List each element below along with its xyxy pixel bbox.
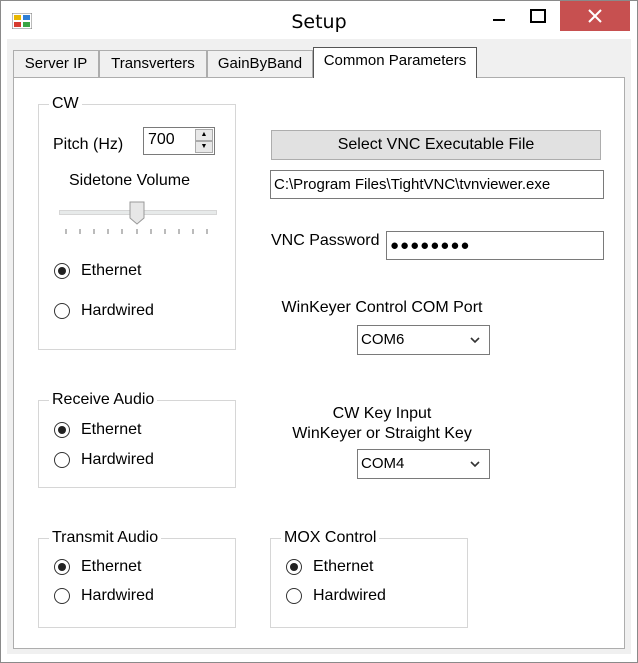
transmit-ethernet-label: Ethernet xyxy=(81,558,142,575)
cw-key-com-select[interactable]: COM4 xyxy=(357,449,490,479)
receive-ethernet-radio[interactable] xyxy=(54,422,70,438)
client-area: Server IP Transverters GainByBand Common… xyxy=(7,39,631,654)
receive-audio-group: Receive Audio Ethernet Hardwired xyxy=(38,391,236,488)
transmit-audio-group: Transmit Audio Ethernet Hardwired xyxy=(38,529,236,628)
cw-ethernet-label: Ethernet xyxy=(81,262,142,279)
mox-ethernet-label: Ethernet xyxy=(313,558,374,575)
sidetone-volume-slider[interactable] xyxy=(59,201,217,241)
tab-common-parameters[interactable]: Common Parameters xyxy=(313,47,477,78)
arrow-down-icon: ▼ xyxy=(200,143,208,150)
vnc-path-input[interactable]: C:\Program Files\TightVNC\tvnviewer.exe xyxy=(270,170,604,199)
tab-server-ip[interactable]: Server IP xyxy=(13,50,99,77)
cw-key-com-value: COM4 xyxy=(361,455,405,472)
transmit-hardwired-label: Hardwired xyxy=(81,587,154,604)
close-button[interactable] xyxy=(560,1,630,31)
cw-key-input-sublabel: WinKeyer or Straight Key xyxy=(292,425,472,442)
slider-thumb[interactable] xyxy=(129,201,145,225)
pitch-value: 700 xyxy=(148,131,175,148)
vnc-password-input[interactable]: ●●●●●●●● xyxy=(386,231,604,260)
tab-transverters[interactable]: Transverters xyxy=(99,50,207,77)
title-bar[interactable]: Setup xyxy=(1,1,637,39)
vnc-password-label: VNC Password xyxy=(271,232,380,249)
mox-control-title: MOX Control xyxy=(281,529,380,547)
close-icon xyxy=(588,9,602,23)
cw-hardwired-radio[interactable] xyxy=(54,303,70,319)
receive-ethernet-label: Ethernet xyxy=(81,421,142,438)
chevron-down-icon xyxy=(469,326,481,365)
slider-ticks xyxy=(65,229,208,234)
cw-ethernet-radio[interactable] xyxy=(54,263,70,279)
maximize-button[interactable] xyxy=(514,1,559,31)
chevron-down-icon xyxy=(469,450,481,489)
mox-control-group: MOX Control Ethernet Hardwired xyxy=(270,529,468,628)
pitch-up-button[interactable]: ▲ xyxy=(195,129,213,141)
winkeyer-com-label: WinKeyer Control COM Port xyxy=(281,299,483,316)
winkeyer-com-value: COM6 xyxy=(361,331,405,348)
transmit-hardwired-radio[interactable] xyxy=(54,588,70,604)
maximize-icon xyxy=(530,9,546,23)
receive-hardwired-radio[interactable] xyxy=(54,452,70,468)
transmit-audio-title: Transmit Audio xyxy=(49,529,162,547)
pitch-label: Pitch (Hz) xyxy=(53,136,124,153)
transmit-ethernet-radio[interactable] xyxy=(54,559,70,575)
receive-hardwired-label: Hardwired xyxy=(81,451,154,468)
arrow-up-icon: ▲ xyxy=(200,131,208,138)
select-vnc-executable-button[interactable]: Select VNC Executable File xyxy=(271,130,601,160)
sidetone-volume-label: Sidetone Volume xyxy=(69,172,190,189)
pitch-down-button[interactable]: ▼ xyxy=(195,141,213,153)
cw-key-input-label: CW Key Input xyxy=(332,405,432,422)
common-parameters-page: CW Pitch (Hz) 700 ▲ ▼ Sidetone Volume Et… xyxy=(13,77,625,649)
setup-window: Setup Server IP Transverters GainByBand … xyxy=(0,0,638,663)
cw-group: CW Pitch (Hz) 700 ▲ ▼ Sidetone Volume Et… xyxy=(38,95,236,350)
winkeyer-com-select[interactable]: COM6 xyxy=(357,325,490,355)
mox-hardwired-radio[interactable] xyxy=(286,588,302,604)
cw-group-title: CW xyxy=(49,95,82,113)
receive-audio-title: Receive Audio xyxy=(49,391,158,409)
mox-ethernet-radio[interactable] xyxy=(286,559,302,575)
tab-gainbyband[interactable]: GainByBand xyxy=(207,50,313,77)
mox-hardwired-label: Hardwired xyxy=(313,587,386,604)
pitch-spinner[interactable]: 700 ▲ ▼ xyxy=(143,127,215,155)
cw-hardwired-label: Hardwired xyxy=(81,302,154,319)
